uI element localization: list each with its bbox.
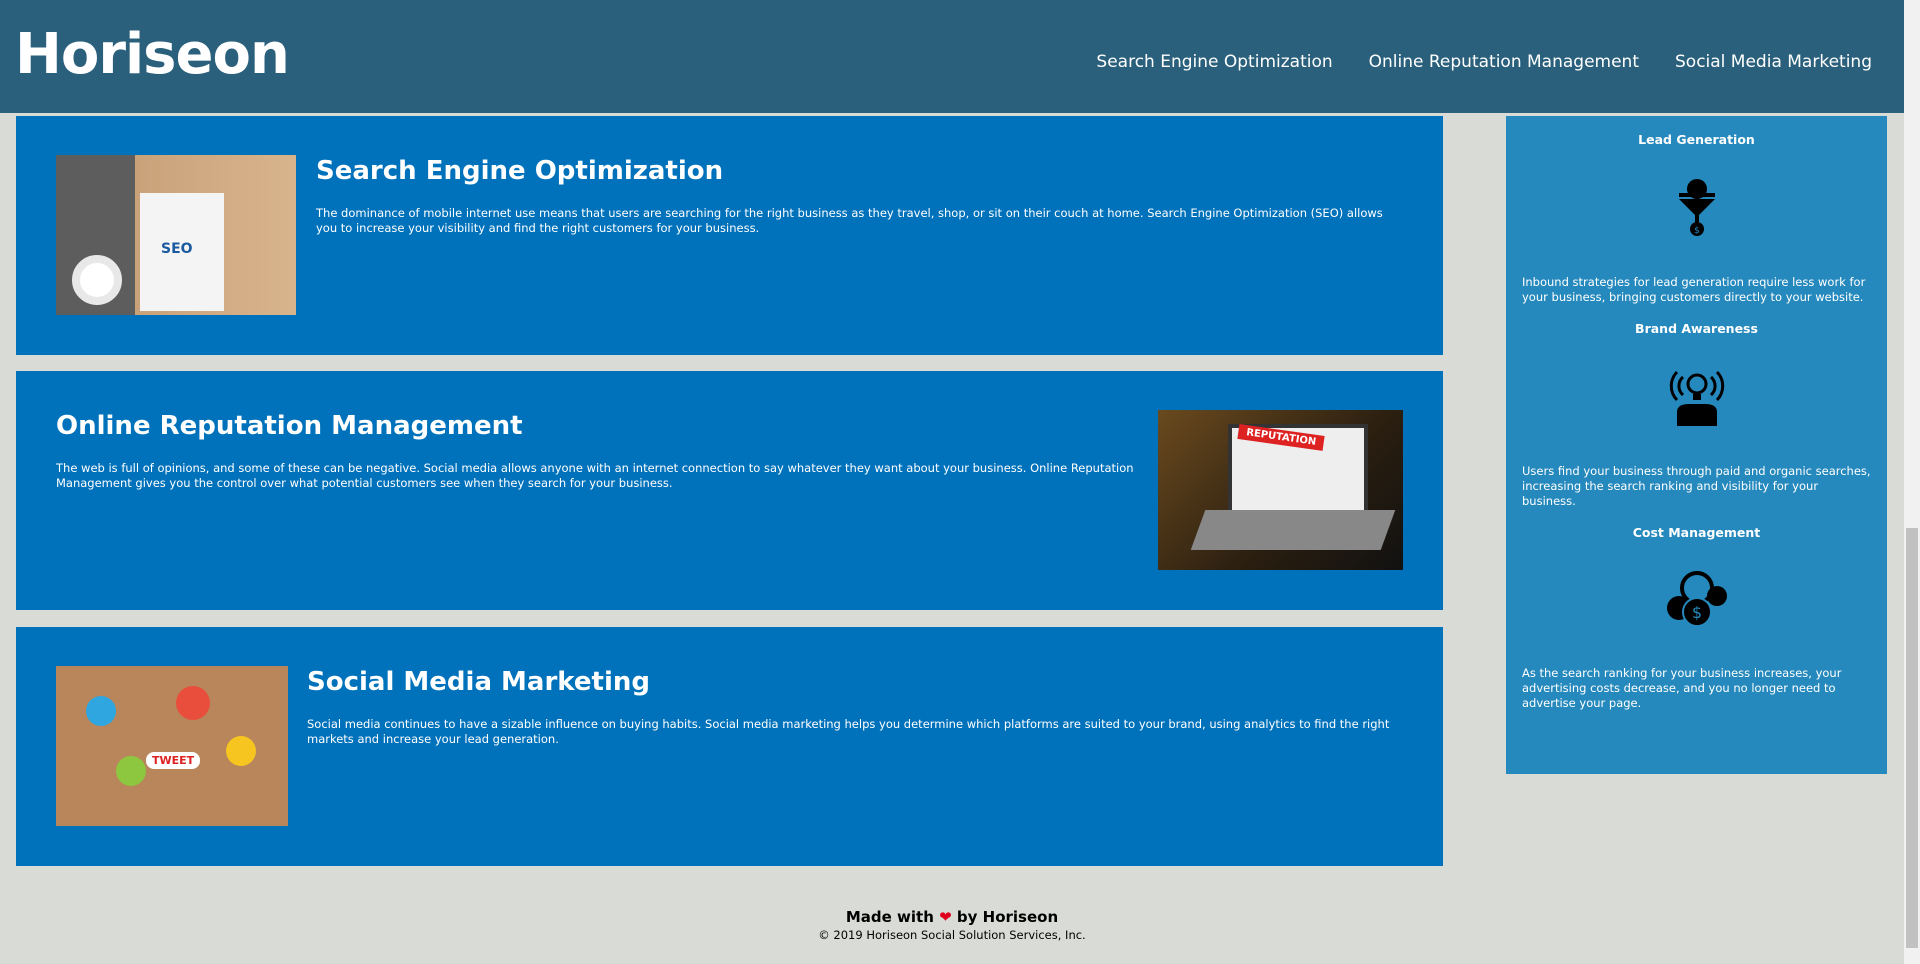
reputation-text: The web is full of opinions, and some of… [56,461,1134,490]
seo-image-label: SEO [161,241,193,257]
benefit-title: Lead Generation [1638,132,1755,147]
social-image-label: TWEET [146,752,201,769]
benefit-title: Cost Management [1632,525,1761,540]
main-nav: Search Engine Optimization Online Reputa… [1096,52,1872,72]
seo-section: SEO Search Engine Optimization The domin… [16,116,1443,355]
benefit-text: As the search ranking for your business … [1522,666,1842,710]
benefit-text: Users find your business through paid an… [1522,464,1871,508]
benefits-sidebar: Lead Generation $ Inbound strategies for… [1506,116,1887,774]
social-image: TWEET [56,666,288,826]
reputation-image: REPUTATION [1158,410,1403,570]
social-section: TWEET Social Media Marketing Social medi… [16,627,1443,866]
svg-text:$: $ [1691,603,1701,622]
heart-icon: ❤ [939,908,952,926]
site-header: Horiseon Search Engine Optimization Onli… [0,0,1904,113]
social-text: Social media continues to have a sizable… [307,717,1390,746]
funnel-gear-icon: $ [1522,175,1871,237]
nav-link-seo[interactable]: Search Engine Optimization [1096,52,1332,72]
benefit-text: Inbound strategies for lead generation r… [1522,275,1866,304]
reputation-title: Online Reputation Management [56,411,523,441]
seo-image: SEO [56,155,296,315]
reputation-section: Online Reputation Management The web is … [16,371,1443,610]
made-prefix: Made with [845,908,934,926]
nav-link-reputation[interactable]: Online Reputation Management [1369,52,1639,72]
benefit-brand-awareness: Brand Awareness Users find your business… [1522,321,1871,509]
lightbulb-person-icon [1522,364,1871,426]
nav-link-social[interactable]: Social Media Marketing [1675,52,1872,72]
site-footer: Made with ❤ by Horiseon © 2019 Horiseon … [0,908,1904,942]
benefit-title: Brand Awareness [1635,321,1758,336]
benefit-cost-management: Cost Management $ As the search ranking … [1522,525,1871,711]
scrollbar-thumb[interactable] [1906,528,1918,948]
made-with-text: Made with ❤ by Horiseon [0,908,1904,926]
benefit-lead-generation: Lead Generation $ Inbound strategies for… [1522,132,1871,305]
copyright: © 2019 Horiseon Social Solution Services… [818,928,1086,942]
scrollbar[interactable] [1904,0,1920,964]
coins-gear-icon: $ [1522,568,1871,628]
social-title: Social Media Marketing [307,667,650,697]
logo: Horiseon [15,22,290,87]
svg-text:$: $ [1694,226,1700,236]
made-suffix: by Horiseon [956,908,1059,926]
seo-title: Search Engine Optimization [316,156,724,186]
seo-text: The dominance of mobile internet use mea… [316,206,1383,235]
